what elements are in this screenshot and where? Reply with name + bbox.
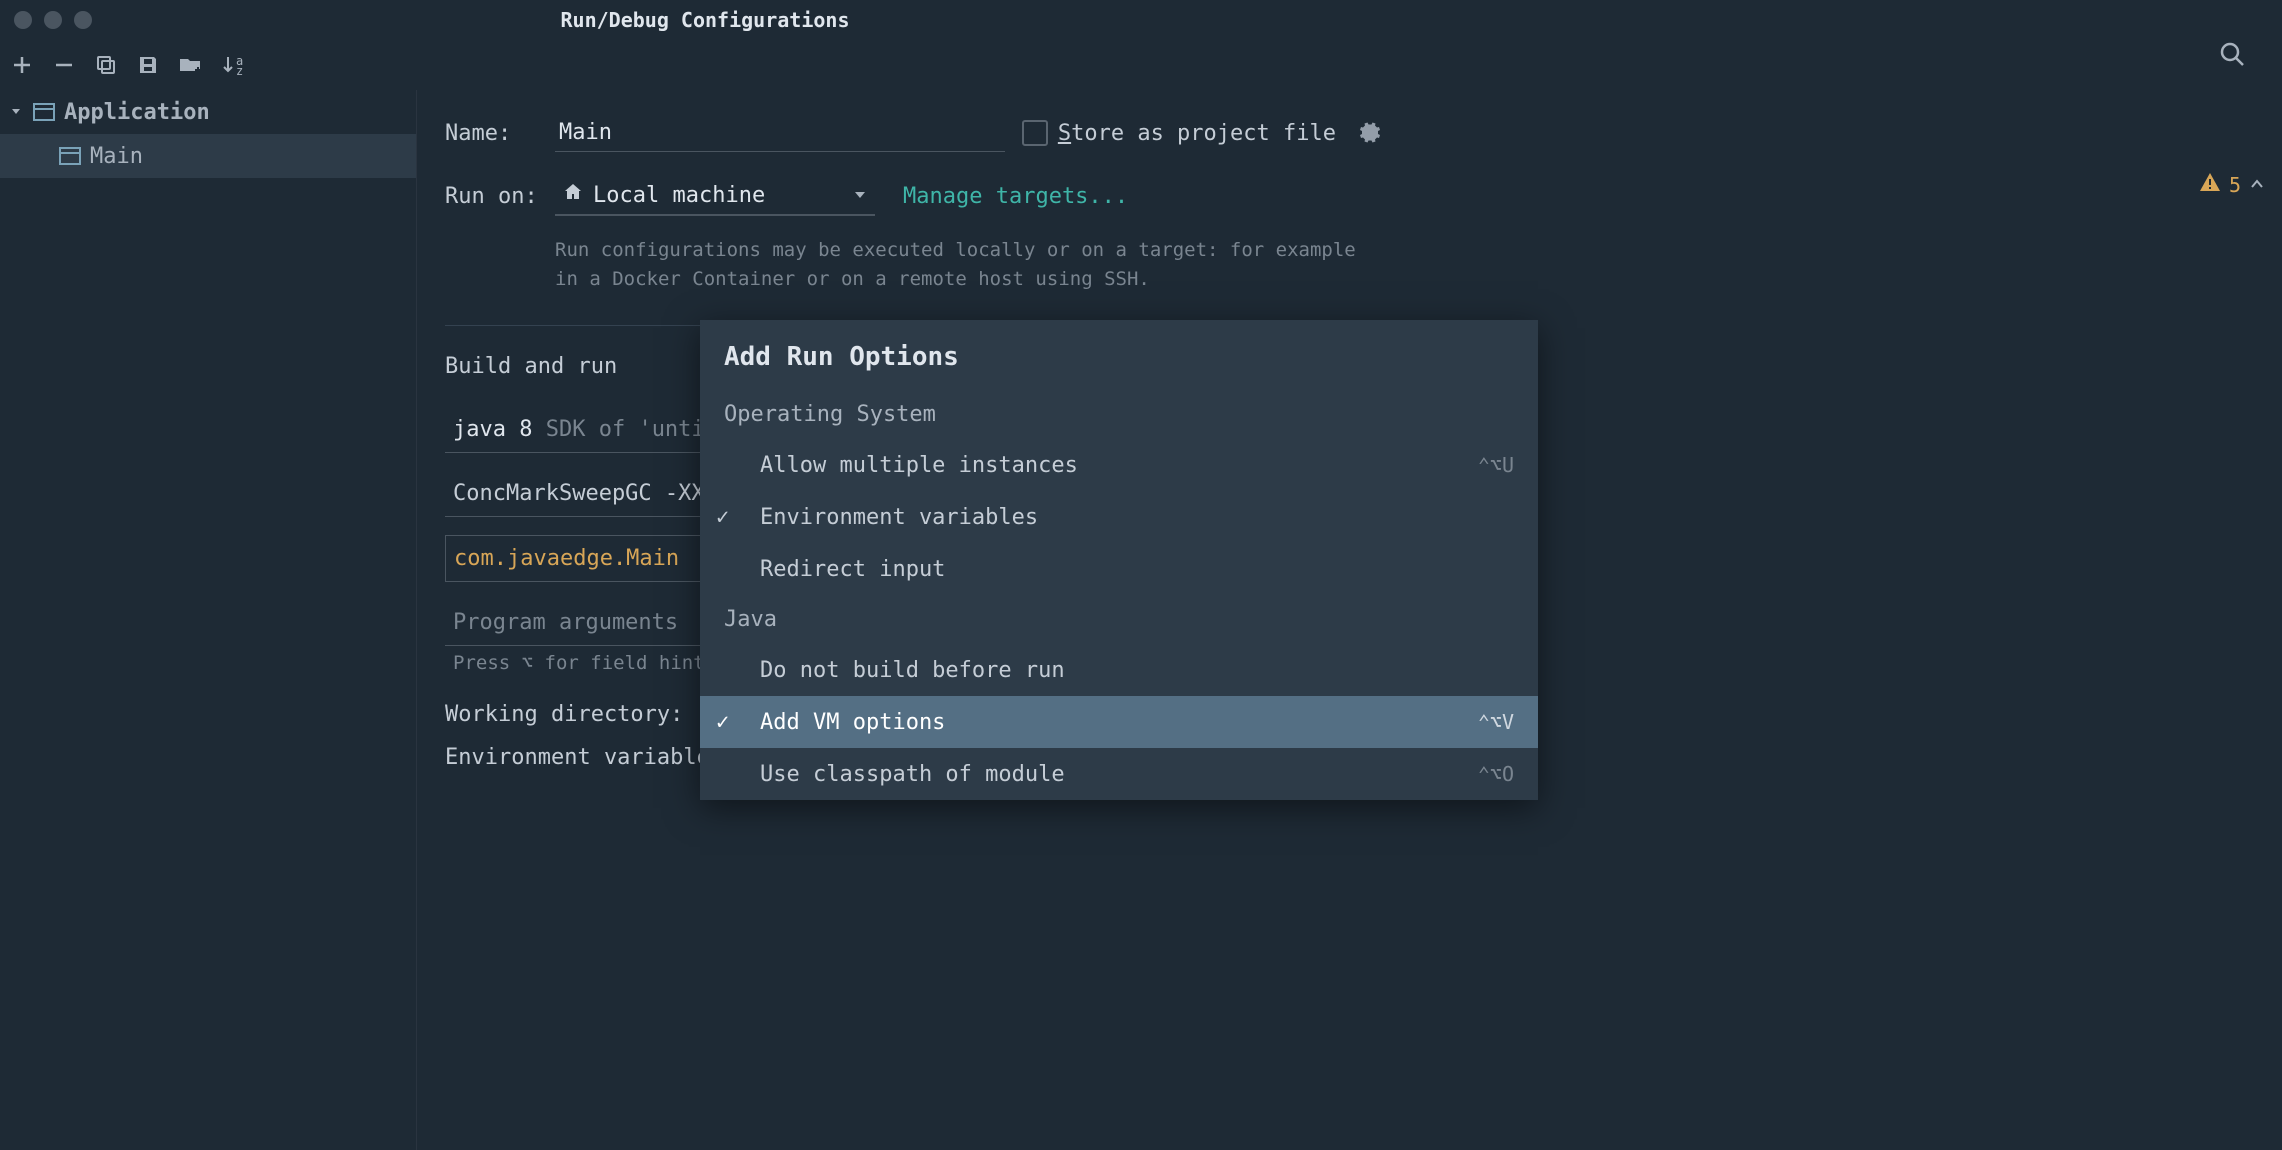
section-title: Build and run [445,354,617,379]
warnings-indicator[interactable]: 5 [2199,172,2265,197]
runon-dropdown[interactable]: Local machine [555,176,875,216]
application-icon [32,102,56,122]
maximize-window-button[interactable] [74,11,92,29]
tree-item-application[interactable]: Application [0,90,416,134]
popup-item-shortcut: ⌃⌥U [1478,453,1514,477]
popup-title: Add Run Options [700,320,1538,390]
chevron-down-icon [8,100,24,125]
gear-icon[interactable] [1358,119,1382,147]
search-icon[interactable] [2218,40,2246,72]
folder-button[interactable] [178,53,204,77]
warning-icon [2199,172,2221,197]
popup-section-java: Java [700,595,1538,644]
popup-item-shortcut: ⌃⌥O [1478,762,1514,786]
svg-text:z: z [236,64,243,77]
popup-item-env-vars[interactable]: ✓ Environment variables [700,491,1538,543]
minimize-window-button[interactable] [44,11,62,29]
copy-config-button[interactable] [94,53,118,77]
popup-item-label: Redirect input [760,557,945,582]
popup-item-label: Add VM options [760,710,945,735]
sdk-value: java 8 [453,417,532,442]
titlebar: Run/Debug Configurations [0,0,1410,40]
chevron-down-icon [853,183,867,208]
tree-item-label: Application [64,100,210,125]
config-tree: Application Main [0,90,417,1150]
popup-item-label: Do not build before run [760,658,1065,683]
popup-item-label: Use classpath of module [760,762,1065,787]
store-label: Store as project file [1058,121,1336,146]
popup-item-no-build[interactable]: Do not build before run [700,644,1538,696]
close-window-button[interactable] [14,11,32,29]
sort-button[interactable]: az [222,53,248,77]
name-label: Name: [445,121,555,146]
toolbar: az [0,40,1410,90]
popup-section-os: Operating System [700,390,1538,439]
add-run-options-popup: Add Run Options Operating System Allow m… [700,320,1538,800]
runon-label: Run on: [445,184,555,209]
popup-item-vm-options[interactable]: ✓ Add VM options ⌃⌥V [700,696,1538,748]
home-icon [563,182,583,208]
popup-item-shortcut: ⌃⌥V [1478,710,1514,734]
remove-config-button[interactable] [52,53,76,77]
chevron-up-icon [2249,173,2265,197]
application-icon [58,146,82,166]
save-config-button[interactable] [136,53,160,77]
popup-item-classpath[interactable]: Use classpath of module ⌃⌥O [700,748,1538,800]
popup-item-redirect-input[interactable]: Redirect input [700,543,1538,595]
traffic-lights [14,11,92,29]
check-icon: ✓ [716,505,729,530]
runon-help-text: Run configurations may be executed local… [555,236,1382,293]
tree-item-label: Main [90,144,143,169]
warning-count: 5 [2229,173,2241,197]
window-title: Run/Debug Configurations [561,8,850,32]
popup-item-label: Environment variables [760,505,1038,530]
popup-item-label: Allow multiple instances [760,453,1078,478]
store-checkbox[interactable] [1022,120,1048,146]
popup-item-allow-multiple[interactable]: Allow multiple instances ⌃⌥U [700,439,1538,491]
tree-item-main[interactable]: Main [0,134,416,178]
check-icon: ✓ [716,710,729,735]
right-gutter: 5 [2182,40,2282,197]
add-config-button[interactable] [10,53,34,77]
name-input[interactable] [555,114,1005,152]
manage-targets-link[interactable]: Manage targets... [903,184,1128,209]
runon-value: Local machine [593,183,765,208]
